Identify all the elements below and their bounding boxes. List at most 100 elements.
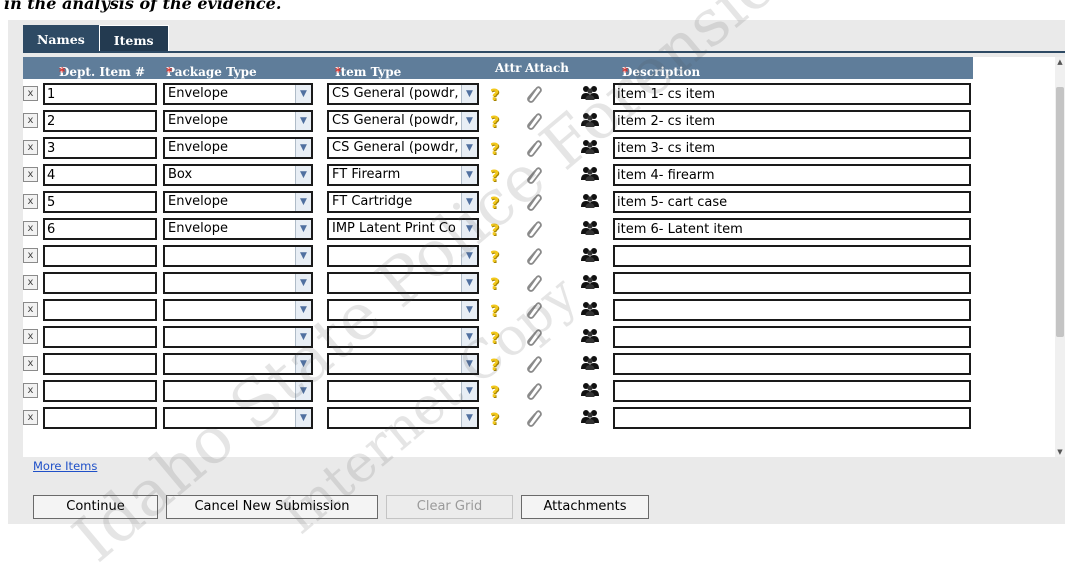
- chevron-down-icon[interactable]: ▼: [461, 247, 477, 265]
- paperclip-icon[interactable]: [523, 327, 543, 347]
- people-icon[interactable]: [580, 112, 600, 128]
- description-input[interactable]: [613, 380, 971, 402]
- paperclip-icon[interactable]: [523, 300, 543, 320]
- description-input[interactable]: [613, 245, 971, 267]
- item-type-select[interactable]: ▼: [327, 245, 479, 267]
- grid-scrollbar[interactable]: ▲ ▼: [1055, 57, 1065, 457]
- chevron-down-icon[interactable]: ▼: [461, 328, 477, 346]
- package-type-select[interactable]: Envelope ▼: [163, 110, 313, 132]
- dept-item-input[interactable]: [43, 407, 157, 429]
- description-input[interactable]: [613, 272, 971, 294]
- help-question-icon[interactable]: ?: [490, 85, 499, 104]
- people-icon[interactable]: [580, 274, 600, 290]
- dept-item-input[interactable]: [43, 299, 157, 321]
- paperclip-icon[interactable]: [523, 219, 543, 239]
- dept-item-input[interactable]: [43, 218, 157, 240]
- item-type-select[interactable]: FT Firearm ▼: [327, 164, 479, 186]
- package-type-select[interactable]: ▼: [163, 407, 313, 429]
- more-items-link[interactable]: More Items: [33, 459, 97, 473]
- dept-item-input[interactable]: [43, 164, 157, 186]
- item-type-select[interactable]: CS General (powdr, ▼: [327, 83, 479, 105]
- people-icon[interactable]: [580, 355, 600, 371]
- help-question-icon[interactable]: ?: [490, 301, 499, 320]
- chevron-down-icon[interactable]: ▼: [461, 112, 477, 130]
- chevron-down-icon[interactable]: ▼: [295, 355, 311, 373]
- help-question-icon[interactable]: ?: [490, 247, 499, 266]
- description-input[interactable]: [613, 191, 971, 213]
- chevron-down-icon[interactable]: ▼: [295, 382, 311, 400]
- chevron-down-icon[interactable]: ▼: [461, 409, 477, 427]
- chevron-down-icon[interactable]: ▼: [461, 193, 477, 211]
- paperclip-icon[interactable]: [523, 84, 543, 104]
- item-type-select[interactable]: ▼: [327, 353, 479, 375]
- dept-item-input[interactable]: [43, 245, 157, 267]
- description-input[interactable]: [613, 407, 971, 429]
- paperclip-icon[interactable]: [523, 273, 543, 293]
- dept-item-input[interactable]: [43, 137, 157, 159]
- description-input[interactable]: [613, 326, 971, 348]
- people-icon[interactable]: [580, 166, 600, 182]
- chevron-down-icon[interactable]: ▼: [461, 355, 477, 373]
- package-type-select[interactable]: ▼: [163, 380, 313, 402]
- package-type-select[interactable]: Box ▼: [163, 164, 313, 186]
- help-question-icon[interactable]: ?: [490, 193, 499, 212]
- help-question-icon[interactable]: ?: [490, 355, 499, 374]
- package-type-select[interactable]: ▼: [163, 299, 313, 321]
- paperclip-icon[interactable]: [523, 165, 543, 185]
- item-type-select[interactable]: ▼: [327, 326, 479, 348]
- chevron-down-icon[interactable]: ▼: [461, 220, 477, 238]
- people-icon[interactable]: [580, 193, 600, 209]
- people-icon[interactable]: [580, 382, 600, 398]
- package-type-select[interactable]: Envelope ▼: [163, 191, 313, 213]
- delete-row-button[interactable]: x: [23, 410, 38, 425]
- delete-row-button[interactable]: x: [23, 113, 38, 128]
- delete-row-button[interactable]: x: [23, 383, 38, 398]
- description-input[interactable]: [613, 353, 971, 375]
- dept-item-input[interactable]: [43, 83, 157, 105]
- people-icon[interactable]: [580, 247, 600, 263]
- delete-row-button[interactable]: x: [23, 248, 38, 263]
- help-question-icon[interactable]: ?: [490, 166, 499, 185]
- chevron-down-icon[interactable]: ▼: [295, 220, 311, 238]
- help-question-icon[interactable]: ?: [490, 112, 499, 131]
- item-type-select[interactable]: ▼: [327, 299, 479, 321]
- chevron-down-icon[interactable]: ▼: [295, 166, 311, 184]
- chevron-down-icon[interactable]: ▼: [295, 85, 311, 103]
- chevron-down-icon[interactable]: ▼: [295, 247, 311, 265]
- item-type-select[interactable]: CS General (powdr, ▼: [327, 110, 479, 132]
- delete-row-button[interactable]: x: [23, 221, 38, 236]
- item-type-select[interactable]: FT Cartridge ▼: [327, 191, 479, 213]
- description-input[interactable]: [613, 164, 971, 186]
- help-question-icon[interactable]: ?: [490, 139, 499, 158]
- description-input[interactable]: [613, 218, 971, 240]
- dept-item-input[interactable]: [43, 380, 157, 402]
- item-type-select[interactable]: ▼: [327, 380, 479, 402]
- delete-row-button[interactable]: x: [23, 275, 38, 290]
- package-type-select[interactable]: Envelope ▼: [163, 83, 313, 105]
- item-type-select[interactable]: ▼: [327, 407, 479, 429]
- package-type-select[interactable]: ▼: [163, 353, 313, 375]
- dept-item-input[interactable]: [43, 110, 157, 132]
- package-type-select[interactable]: ▼: [163, 272, 313, 294]
- delete-row-button[interactable]: x: [23, 194, 38, 209]
- people-icon[interactable]: [580, 409, 600, 425]
- paperclip-icon[interactable]: [523, 246, 543, 266]
- delete-row-button[interactable]: x: [23, 356, 38, 371]
- chevron-down-icon[interactable]: ▼: [461, 166, 477, 184]
- description-input[interactable]: [613, 137, 971, 159]
- delete-row-button[interactable]: x: [23, 140, 38, 155]
- help-question-icon[interactable]: ?: [490, 382, 499, 401]
- people-icon[interactable]: [580, 328, 600, 344]
- scroll-down-arrow-icon[interactable]: ▼: [1055, 447, 1065, 457]
- people-icon[interactable]: [580, 139, 600, 155]
- description-input[interactable]: [613, 299, 971, 321]
- scroll-up-arrow-icon[interactable]: ▲: [1055, 57, 1065, 67]
- description-input[interactable]: [613, 83, 971, 105]
- paperclip-icon[interactable]: [523, 111, 543, 131]
- package-type-select[interactable]: ▼: [163, 245, 313, 267]
- paperclip-icon[interactable]: [523, 381, 543, 401]
- help-question-icon[interactable]: ?: [490, 220, 499, 239]
- scroll-thumb[interactable]: [1056, 87, 1064, 337]
- help-question-icon[interactable]: ?: [490, 409, 499, 428]
- chevron-down-icon[interactable]: ▼: [295, 193, 311, 211]
